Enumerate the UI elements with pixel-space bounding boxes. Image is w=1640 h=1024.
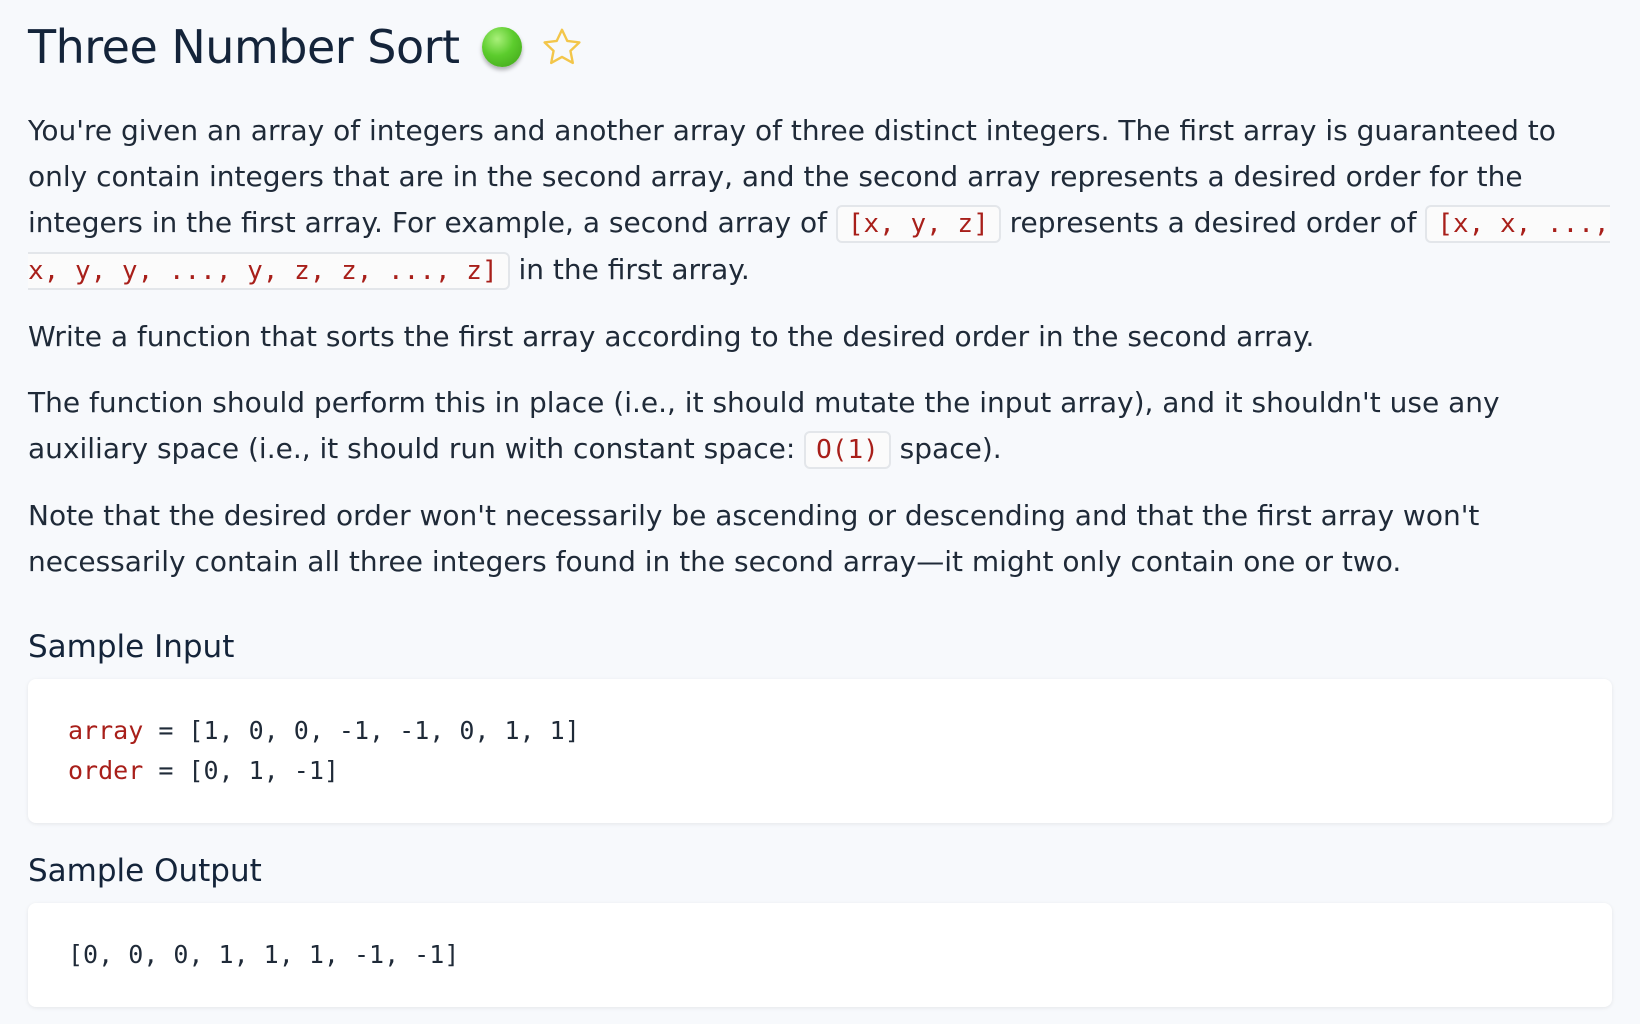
sample-input-code: array = [1, 0, 0, -1, -1, 0, 1, 1] order… [28,679,1612,823]
code-value: [0, 0, 0, 1, 1, 1, -1, -1] [68,940,460,969]
prompt-text: The function should perform this in plac… [28,386,1500,465]
prompt-paragraph-1: You're given an array of integers and an… [28,108,1612,294]
prompt-text: represents a desired order of [1000,206,1426,239]
code-variable: order [68,756,144,785]
problem-page: Three Number Sort You're given an array … [0,0,1640,1024]
sample-output-heading: Sample Output [28,853,262,889]
inline-code: O(1) [804,431,891,469]
sample-input-heading: Sample Input [28,629,235,665]
prompt-text: in the first array. [509,253,750,286]
prompt-paragraph-3: The function should perform this in plac… [28,380,1612,473]
title-row: Three Number Sort [28,0,1612,94]
star-outline-icon[interactable] [540,25,584,69]
sample-output-code: [0, 0, 0, 1, 1, 1, -1, -1] [28,903,1612,1007]
difficulty-indicator-icon [481,27,522,67]
prompt-paragraph-4: Note that the desired order won't necess… [28,499,1480,578]
code-value: = [0, 1, -1] [143,756,339,785]
prompt-text: space). [890,432,1002,465]
code-variable: array [68,716,144,745]
problem-title: Three Number Sort [28,20,460,74]
code-value: = [1, 0, 0, -1, -1, 0, 1, 1] [143,716,580,745]
problem-prompt: You're given an array of integers and an… [28,108,1612,585]
prompt-paragraph-2: Write a function that sorts the first ar… [28,320,1315,353]
inline-code: [x, y, z] [835,205,1001,243]
